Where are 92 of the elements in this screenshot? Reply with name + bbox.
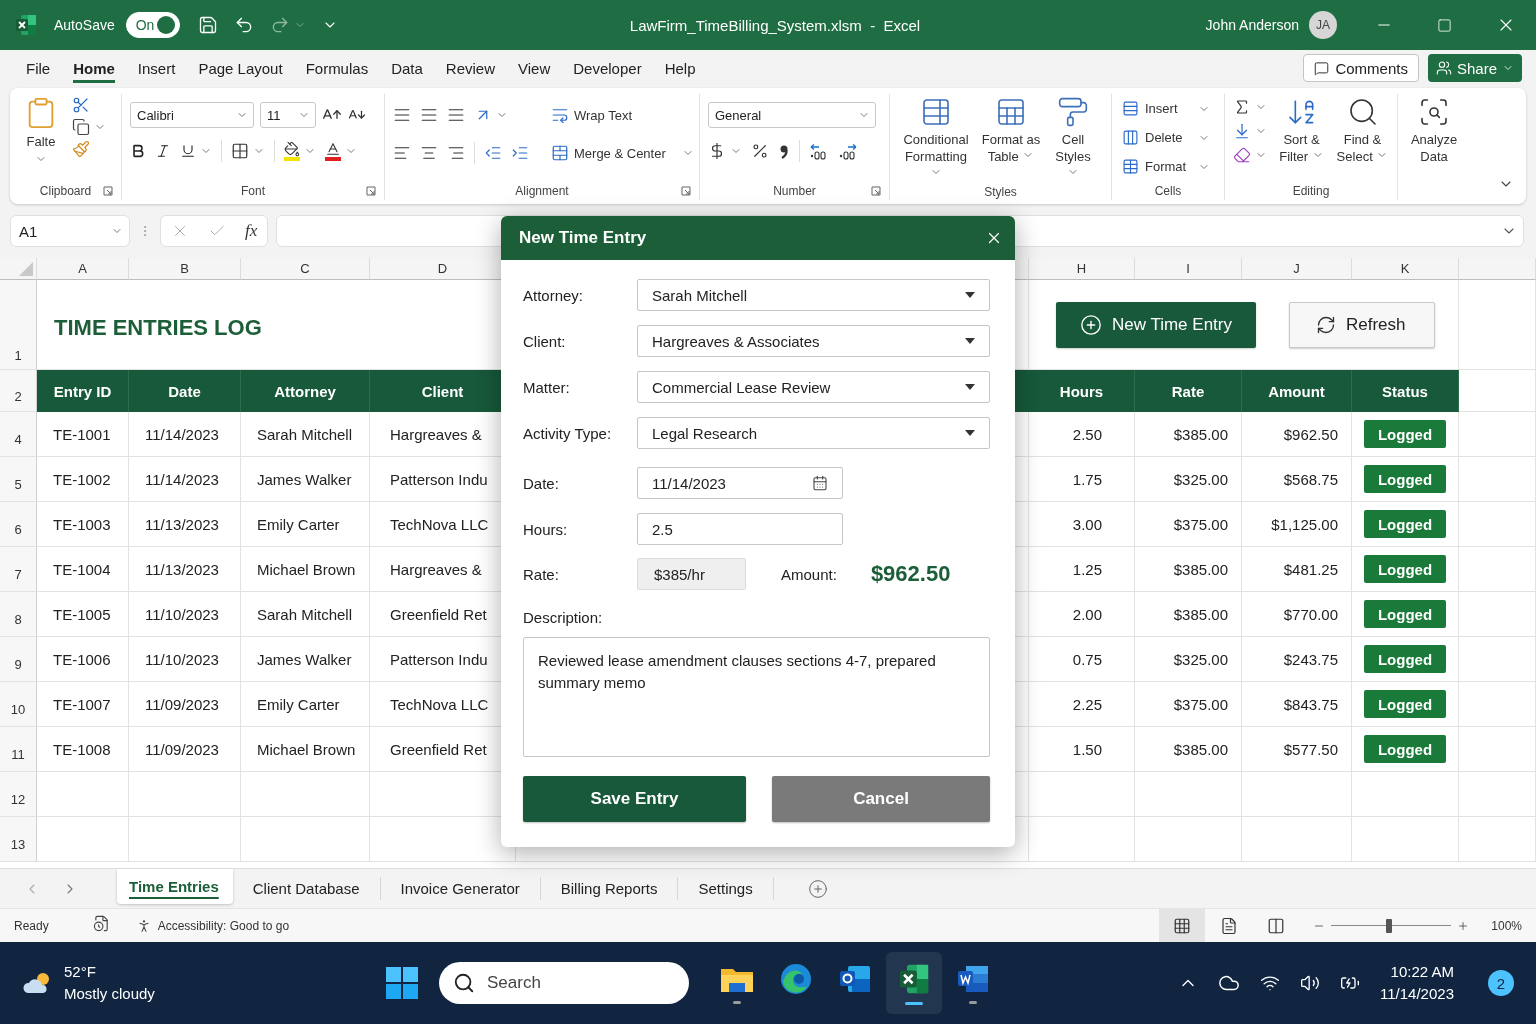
group-label: Alignment (515, 184, 569, 198)
user-name: John Anderson (1205, 17, 1299, 33)
table-cell: 1.50 (1029, 727, 1135, 772)
table-cell: 11/14/2023 (129, 412, 241, 457)
column-header: Rate (1135, 370, 1242, 412)
status-badge: Logged (1364, 600, 1446, 628)
table-cell: Michael Brown (241, 727, 370, 772)
table-cell: $385.00 (1135, 547, 1242, 592)
table-cell: James Walker (241, 457, 370, 502)
table-cell: $568.75 (1242, 457, 1352, 502)
table-cell: 11/10/2023 (129, 592, 241, 637)
status-badge: Logged (1364, 420, 1446, 448)
sheet-title: TIME ENTRIES LOG (53, 315, 262, 342)
amount-value: $962.50 (870, 561, 951, 587)
table-cell: 11/13/2023 (129, 502, 241, 547)
field-label: Hours: (523, 520, 569, 538)
column-header: Date (129, 370, 241, 412)
ribbon-button-label: Insert (1145, 101, 1178, 116)
table-cell: $385.00 (1135, 727, 1242, 772)
table-cell: $375.00 (1135, 502, 1242, 547)
column-header: Amount (1242, 370, 1352, 412)
status-badge: Logged (1364, 465, 1446, 493)
window-title: LawFirm_TimeBilling_System.xlsm - Excel (629, 16, 921, 34)
table-cell: 1.25 (1029, 547, 1135, 592)
column-header: Hours (1029, 370, 1135, 412)
table-cell: TE-1001 (37, 412, 129, 457)
status-badge: Logged (1364, 690, 1446, 718)
table-cell: $481.25 (1242, 547, 1352, 592)
table-cell: Sarah Mitchell (241, 592, 370, 637)
status-badge: Logged (1364, 645, 1446, 673)
table-cell: 2.00 (1029, 592, 1135, 637)
table-cell: James Walker (241, 637, 370, 682)
field-label: Matter: (523, 378, 571, 396)
field-label: Rate: (523, 565, 560, 583)
table-cell: $962.50 (1242, 412, 1352, 457)
autosave-label: AutoSave (54, 17, 115, 33)
group-label: Font (241, 184, 265, 198)
table-cell: $843.75 (1242, 682, 1352, 727)
table-cell: 11/09/2023 (129, 682, 241, 727)
column-header: Attorney (241, 370, 370, 412)
table-cell: $325.00 (1135, 637, 1242, 682)
group-label: Cells (1154, 184, 1182, 198)
table-cell: TE-1008 (37, 727, 129, 772)
status-badge: Logged (1364, 510, 1446, 538)
table-cell: 11/10/2023 (129, 637, 241, 682)
table-cell: TE-1006 (37, 637, 129, 682)
table-cell: Emily Carter (241, 502, 370, 547)
status-text: Ready (14, 918, 49, 933)
table-cell: TE-1007 (37, 682, 129, 727)
table-cell: 0.75 (1029, 637, 1135, 682)
column-header: Status (1352, 370, 1459, 412)
table-cell: 2.50 (1029, 412, 1135, 457)
amount-label: Amount: (781, 565, 837, 583)
table-cell: $577.50 (1242, 727, 1352, 772)
table-cell: $385.00 (1135, 592, 1242, 637)
table-cell: 11/09/2023 (129, 727, 241, 772)
dialog-title: New Time Entry (519, 228, 647, 248)
table-cell: TE-1003 (37, 502, 129, 547)
group-label: Clipboard (39, 184, 92, 198)
table-cell: TE-1005 (37, 592, 129, 637)
field-label: Date: (523, 474, 560, 492)
status-badge: Logged (1364, 555, 1446, 583)
table-cell: $375.00 (1135, 682, 1242, 727)
field-label: Activity Type: (523, 424, 613, 442)
ribbon-button-label: Format (1145, 159, 1187, 174)
table-cell: $1,125.00 (1242, 502, 1352, 547)
table-cell: TE-1004 (37, 547, 129, 592)
table-cell: 1.75 (1029, 457, 1135, 502)
table-cell: $243.75 (1242, 637, 1352, 682)
ribbon-button-label: Delete (1145, 130, 1183, 145)
temperature: 52°F (64, 962, 97, 982)
table-cell: TE-1002 (37, 457, 129, 502)
group-label: Number (773, 184, 816, 198)
group-label: Editing (1292, 184, 1330, 198)
group-label: Styles (984, 185, 1017, 199)
table-cell: 3.00 (1029, 502, 1135, 547)
field-label: Attorney: (523, 286, 585, 304)
table-cell: 11/13/2023 (129, 547, 241, 592)
table-cell: $770.00 (1242, 592, 1352, 637)
column-header: Entry ID (37, 370, 129, 412)
field-label: Client: (523, 332, 567, 350)
table-cell: Michael Brown (241, 547, 370, 592)
table-cell: 2.25 (1029, 682, 1135, 727)
table-cell: 11/14/2023 (129, 457, 241, 502)
table-cell: Emily Carter (241, 682, 370, 727)
table-cell: $325.00 (1135, 457, 1242, 502)
status-badge: Logged (1364, 735, 1446, 763)
field-label: Description: (523, 609, 604, 626)
table-cell: $385.00 (1135, 412, 1242, 457)
readonly-field: $385/hr (637, 558, 746, 590)
weather-condition: Mostly cloudy (64, 984, 155, 1004)
table-cell: Sarah Mitchell (241, 412, 370, 457)
